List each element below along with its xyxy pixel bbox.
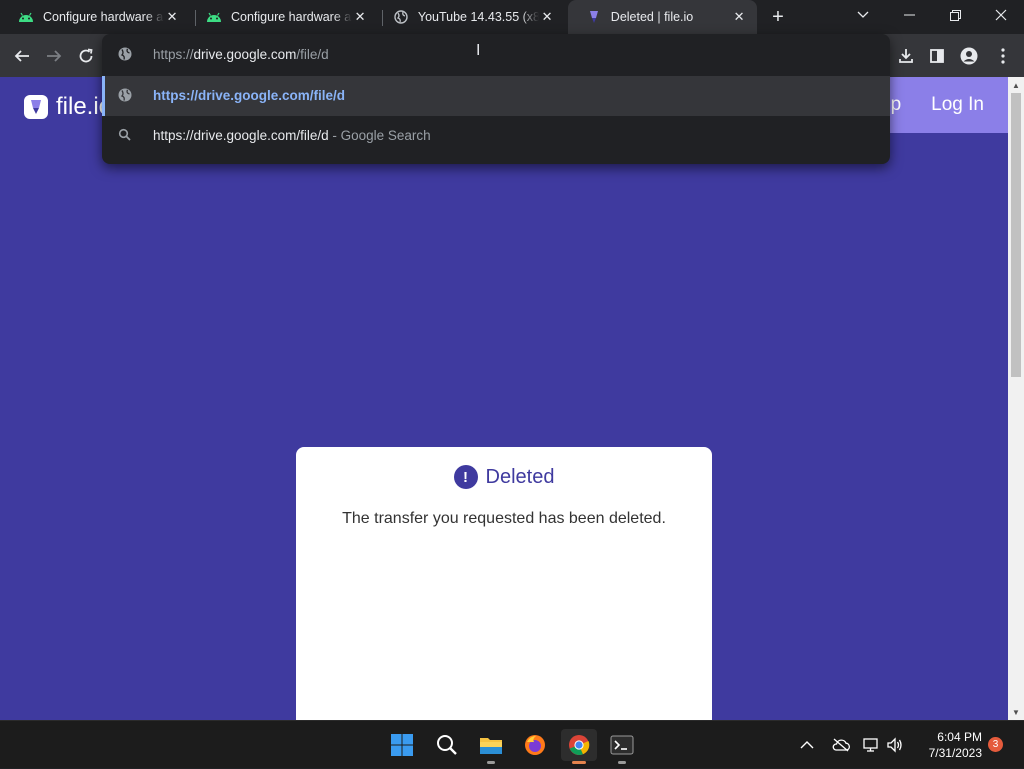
tab-title: Configure hardware acceleration — [231, 10, 352, 24]
file-explorer-button[interactable] — [473, 729, 509, 764]
start-button[interactable] — [384, 729, 420, 761]
taskbar-search-button[interactable] — [429, 729, 465, 761]
back-arrow-icon — [14, 50, 29, 62]
scroll-up-arrow-icon[interactable]: ▲ — [1008, 77, 1024, 93]
forward-button[interactable] — [40, 42, 68, 70]
address-bar-text: https://drive.google.com/file/d — [153, 47, 329, 62]
tab-close-icon[interactable]: ✕ — [539, 9, 555, 25]
onedrive-tray-icon[interactable] — [831, 721, 851, 769]
profile-icon — [960, 47, 978, 65]
clock-time: 6:04 PM — [937, 730, 982, 744]
chevron-up-icon — [800, 741, 814, 749]
suggestion-text: https://drive.google.com/file/d — [153, 88, 346, 103]
tab-search-chevron-icon[interactable] — [840, 0, 886, 30]
omnibox-dropdown: https://drive.google.com/file/d I https:… — [102, 34, 890, 164]
search-icon — [118, 128, 132, 145]
text-cursor-icon: I — [476, 42, 481, 59]
cloud-offline-icon — [832, 738, 850, 752]
fileio-logo[interactable]: file.io — [24, 93, 112, 121]
suggestion-url[interactable]: https://drive.google.com/file/d — [102, 76, 890, 116]
tab-close-icon[interactable]: ✕ — [731, 9, 747, 25]
card-title: ! Deleted — [296, 465, 712, 489]
vertical-scrollbar[interactable]: ▲ ▼ — [1008, 77, 1024, 720]
tab-fileio[interactable]: Deleted | file.io ✕ — [568, 0, 757, 34]
tab-title: YouTube 14.43.55 (x86) — [417, 10, 540, 24]
globe-icon — [393, 9, 409, 25]
tab-configure-hw-1[interactable]: Configure hardware acceleration ✕ — [0, 0, 190, 34]
new-tab-button[interactable]: + — [766, 5, 790, 29]
android-icon — [206, 9, 222, 25]
kebab-menu-icon — [1001, 48, 1005, 64]
close-window-button[interactable] — [978, 0, 1024, 30]
firefox-button[interactable] — [517, 729, 553, 761]
tab-close-icon[interactable]: ✕ — [164, 9, 180, 25]
tab-youtube[interactable]: YouTube 14.43.55 (x86) ✕ — [375, 0, 565, 34]
page-viewport: file.io p Log In ! Deleted The transfer … — [0, 77, 1008, 720]
forward-arrow-icon — [47, 50, 62, 62]
card-message: The transfer you requested has been dele… — [342, 510, 666, 527]
speaker-icon — [887, 737, 902, 753]
reload-button[interactable] — [72, 42, 100, 70]
search-icon — [437, 735, 457, 755]
alert-icon: ! — [453, 465, 478, 489]
minimize-button[interactable] — [886, 0, 932, 30]
restore-button[interactable] — [932, 0, 978, 30]
clock-date: 7/31/2023 — [928, 746, 982, 760]
tab-title: Deleted | file.io — [610, 10, 694, 24]
terminal-icon — [610, 735, 634, 755]
android-icon — [18, 9, 34, 25]
chrome-button[interactable] — [561, 729, 597, 764]
card-title-text: Deleted — [485, 465, 555, 488]
network-icon — [863, 738, 878, 752]
network-tray-icon[interactable] — [862, 721, 882, 769]
fileio-logo-icon — [24, 95, 48, 119]
system-clock[interactable]: 6:04 PM 7/31/2023 — [916, 729, 982, 761]
tab-title: Configure hardware acceleration — [43, 10, 164, 24]
firefox-icon — [525, 735, 545, 755]
suggestion-text: https://drive.google.com/file/d - Google… — [153, 128, 431, 143]
terminal-button[interactable] — [604, 729, 640, 764]
reload-icon — [79, 48, 93, 63]
show-hidden-icons-button[interactable] — [800, 721, 814, 769]
side-panel-icon — [930, 49, 944, 63]
windows-logo-icon — [391, 734, 413, 756]
folder-icon — [480, 738, 502, 754]
notification-badge[interactable]: 3 — [988, 737, 1003, 752]
address-bar-input[interactable]: https://drive.google.com/file/d I — [102, 34, 890, 76]
window-controls — [840, 0, 1024, 34]
globe-icon — [118, 88, 132, 105]
back-button[interactable] — [8, 42, 36, 70]
profile-button[interactable] — [955, 42, 983, 70]
tab-close-icon[interactable]: ✕ — [352, 9, 368, 25]
fileio-icon — [586, 9, 602, 25]
tab-configure-hw-2[interactable]: Configure hardware acceleration ✕ — [188, 0, 378, 34]
menu-button[interactable] — [989, 42, 1017, 70]
scrollbar-thumb[interactable] — [1011, 93, 1021, 377]
globe-icon — [118, 47, 132, 66]
side-panel-button[interactable] — [923, 42, 951, 70]
download-button[interactable] — [892, 42, 920, 70]
chrome-icon — [569, 735, 590, 755]
deleted-card: ! Deleted The transfer you requested has… — [296, 447, 712, 720]
scroll-down-arrow-icon[interactable]: ▼ — [1008, 704, 1024, 720]
login-link[interactable]: Log In — [931, 94, 984, 116]
suggestion-search[interactable]: https://drive.google.com/file/d - Google… — [102, 116, 890, 156]
download-icon — [899, 49, 913, 63]
nav-signup-link[interactable]: p — [891, 94, 902, 116]
taskbar: 6:04 PM 7/31/2023 — [0, 720, 1024, 768]
volume-tray-icon[interactable] — [886, 721, 904, 769]
tab-strip: Configure hardware acceleration ✕ Config… — [0, 0, 1024, 34]
